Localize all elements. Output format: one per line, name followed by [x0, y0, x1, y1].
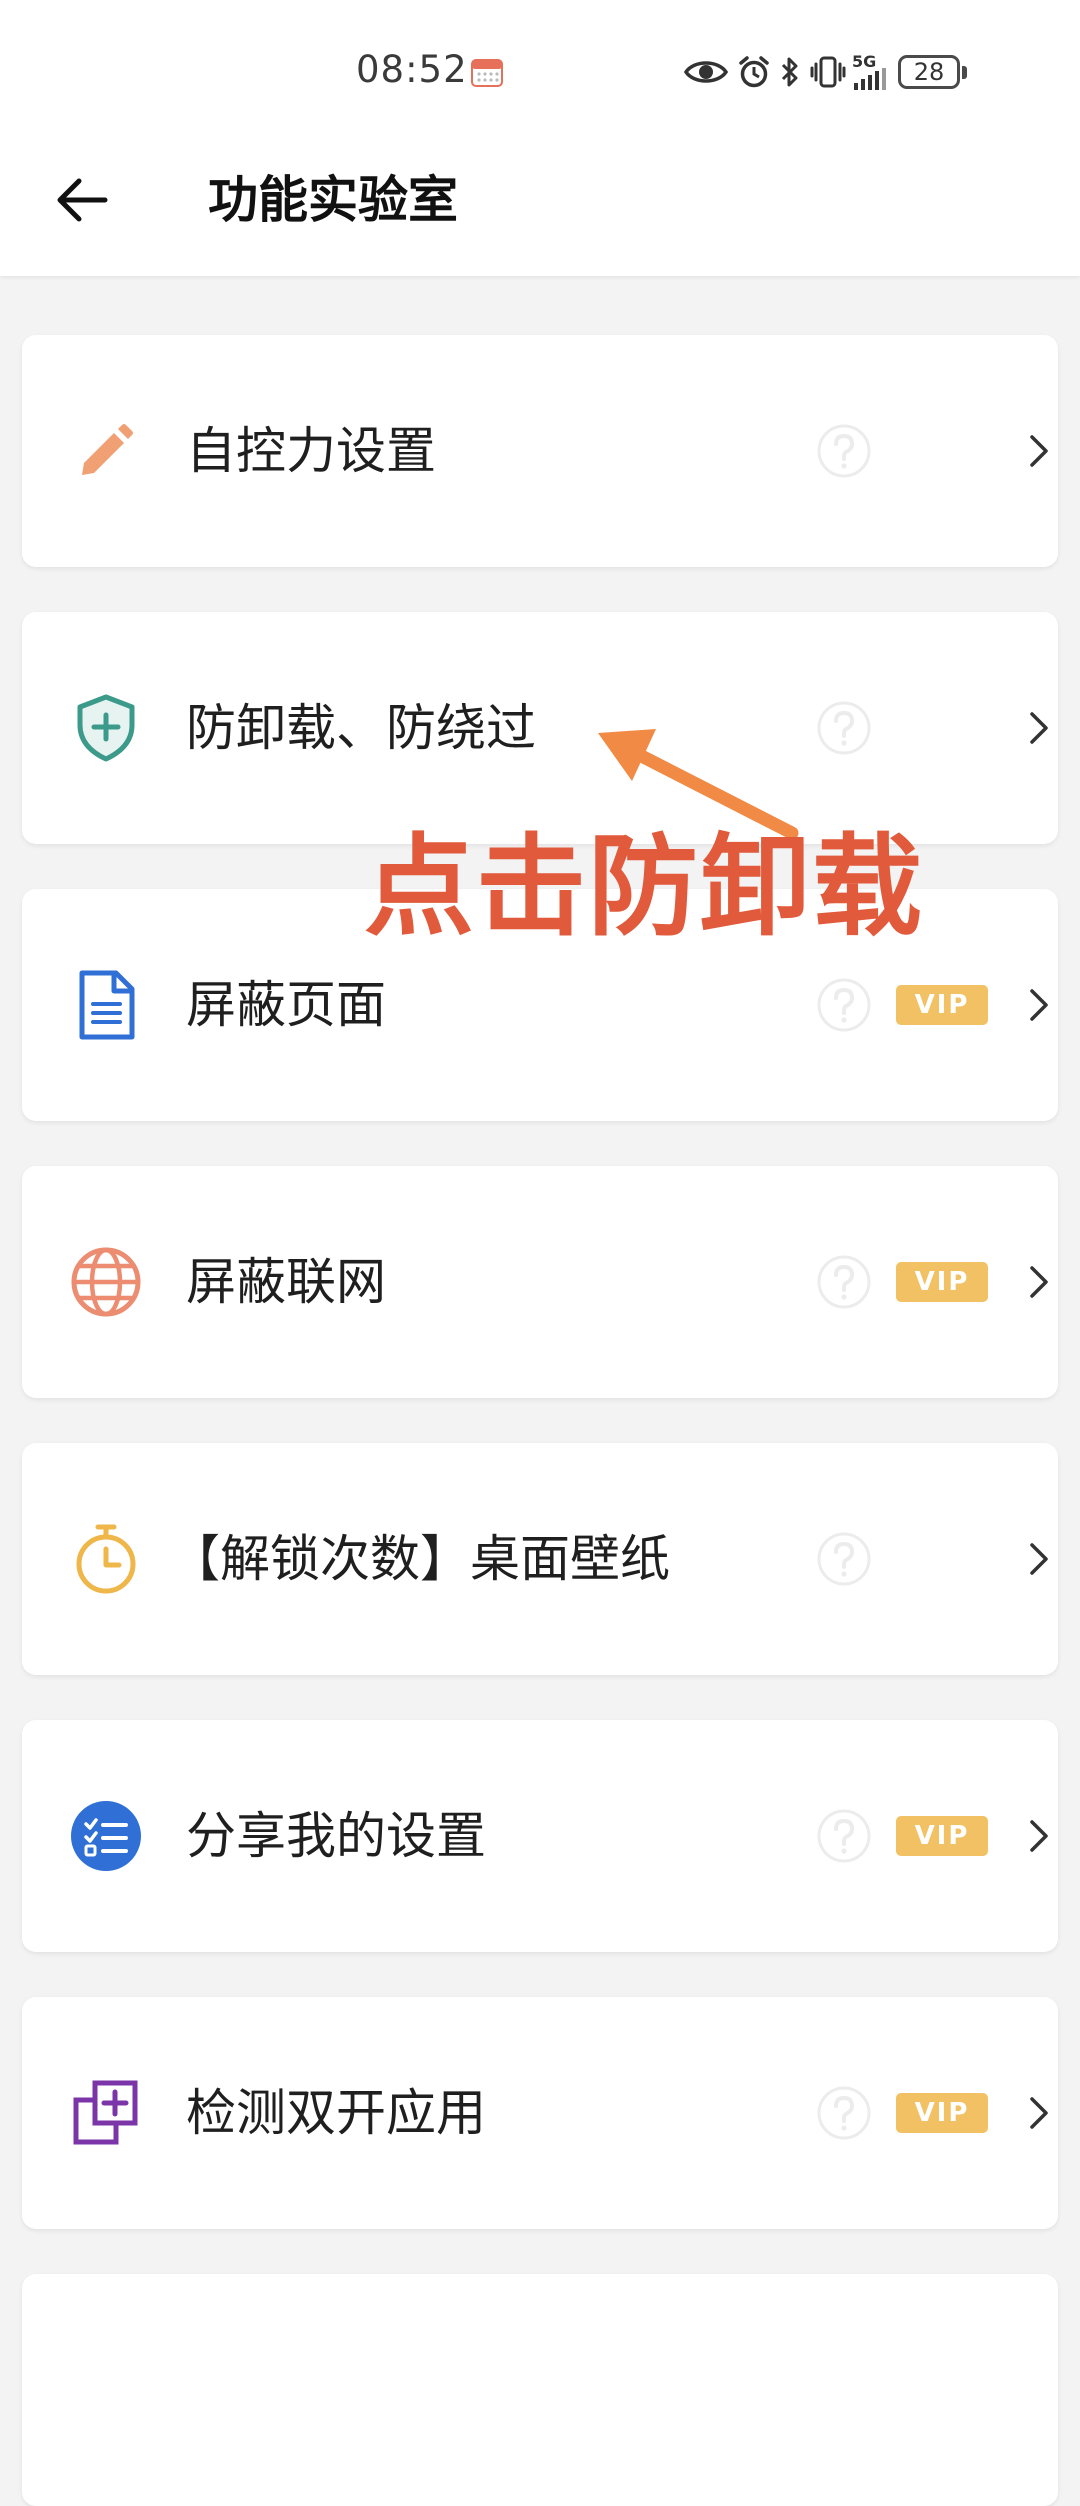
menu-item-anti-uninstall[interactable]: 防卸载、防绕过 [22, 612, 1058, 844]
calendar-icon [471, 59, 503, 87]
menu-item-label: 分享我的设置 [186, 1807, 486, 1865]
help-icon[interactable] [816, 1531, 872, 1587]
chevron-right-icon [1030, 712, 1048, 744]
help-icon[interactable] [816, 2085, 872, 2141]
status-icons: 5G 28 [684, 52, 967, 92]
battery-icon: 28 [898, 55, 960, 89]
globe-icon [66, 1242, 146, 1322]
menu-item-label: 【解锁次数】桌面壁纸 [170, 1530, 670, 1588]
back-arrow-icon [57, 178, 108, 222]
status-bar: 08:52 5G 28 [0, 0, 1080, 140]
dual-window-icon [66, 2073, 146, 2153]
chevron-right-icon [1030, 989, 1048, 1021]
menu-item-partial[interactable] [22, 2274, 1058, 2506]
menu-item-label: 自控力设置 [186, 422, 436, 480]
vip-badge: VIP [896, 985, 988, 1025]
chevron-right-icon [1030, 1820, 1048, 1852]
menu-item-detect-dual-apps[interactable]: 检测双开应用 VIP [22, 1997, 1058, 2229]
help-icon[interactable] [816, 423, 872, 479]
page-title: 功能实验室 [208, 171, 458, 229]
battery-indicator: 28 [898, 55, 967, 89]
chevron-right-icon [1030, 1266, 1048, 1298]
eye-icon [684, 57, 728, 87]
pencil-icon [66, 411, 146, 491]
status-time: 08:52 [356, 48, 468, 91]
battery-level: 28 [913, 58, 945, 86]
help-icon[interactable] [816, 977, 872, 1033]
signal-icon: 5G [852, 54, 888, 90]
menu-item-self-control-settings[interactable]: 自控力设置 [22, 335, 1058, 567]
chevron-right-icon [1030, 2097, 1048, 2129]
menu-item-label: 检测双开应用 [186, 2084, 486, 2142]
vip-badge: VIP [896, 2093, 988, 2133]
bluetooth-icon [780, 55, 800, 89]
vip-badge: VIP [896, 1262, 988, 1302]
vibrate-icon [810, 55, 846, 89]
menu-item-unlock-count-wallpaper[interactable]: 【解锁次数】桌面壁纸 [22, 1443, 1058, 1675]
chevron-right-icon [1030, 435, 1048, 467]
chevron-right-icon [1030, 1543, 1048, 1575]
annotation-text: 点击防卸载 [364, 823, 924, 951]
menu-item-label: 屏蔽联网 [186, 1253, 386, 1311]
menu-item-label: 防卸载、防绕过 [186, 699, 536, 757]
help-icon[interactable] [816, 1254, 872, 1310]
checklist-icon [66, 1796, 146, 1876]
menu-item-block-network[interactable]: 屏蔽联网 VIP [22, 1166, 1058, 1398]
stopwatch-icon [66, 1519, 146, 1599]
alarm-icon [738, 55, 770, 89]
menu-item-share-settings[interactable]: 分享我的设置 VIP [22, 1720, 1058, 1952]
menu-item-label: 屏蔽页面 [186, 976, 386, 1034]
vip-badge: VIP [896, 1816, 988, 1856]
help-icon[interactable] [816, 700, 872, 756]
app-header: 功能实验室 [0, 140, 1080, 276]
shield-plus-icon [66, 688, 146, 768]
document-icon [66, 965, 146, 1045]
help-icon[interactable] [816, 1808, 872, 1864]
back-button[interactable] [46, 164, 118, 236]
